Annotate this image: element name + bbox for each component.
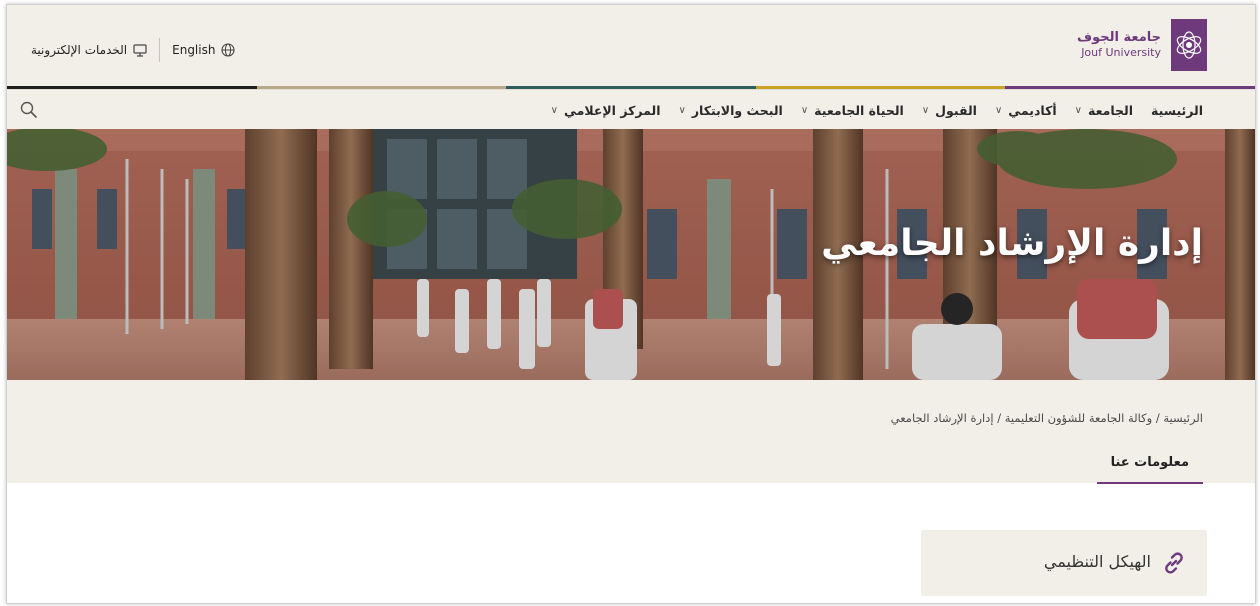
nav-item-campus-life[interactable]: الحياة الجامعية ∨ — [801, 103, 904, 118]
eservices-label: الخدمات الإلكترونية — [31, 43, 128, 57]
chevron-down-icon: ∨ — [800, 104, 809, 116]
nav-item-admission[interactable]: القبول ∨ — [922, 103, 977, 118]
brand-name-en: Jouf University — [1081, 46, 1161, 59]
page-title: إدارة الإرشاد الجامعي — [821, 223, 1203, 264]
nav-item-academic[interactable]: أكاديمي ∨ — [995, 103, 1057, 118]
globe-icon — [221, 43, 236, 57]
nav-label: المركز الإعلامي — [563, 102, 661, 118]
nav-list: الرئيسية الجامعة ∨ أكاديمي ∨ القبول ∨ الحيا… — [551, 90, 1203, 130]
hero-banner: إدارة الإرشاد الجامعي — [7, 129, 1255, 380]
utility-separator — [159, 38, 161, 62]
chevron-down-icon: ∨ — [678, 104, 686, 116]
tab-about-us[interactable]: معلومات عنا — [1096, 442, 1203, 484]
nav-label: الجامعة — [1087, 102, 1134, 118]
university-logo[interactable]: جامعة الجوف Jouf University — [1077, 19, 1207, 71]
breadcrumb[interactable]: الرئيسية / وكالة الجامعة للشؤون التعليمي… — [891, 411, 1203, 425]
chevron-down-icon: ∨ — [1074, 104, 1082, 116]
main-navigation: الرئيسية الجامعة ∨ أكاديمي ∨ القبول ∨ الحيا… — [7, 89, 1255, 130]
brand-name-ar: جامعة الجوف — [1076, 30, 1161, 45]
card-label: الهيكل التنظيمي — [1043, 552, 1151, 571]
nav-item-home[interactable]: الرئيسية — [1151, 103, 1203, 118]
eservices-link[interactable]: الخدمات الإلكترونية — [31, 43, 147, 57]
monitor-icon — [133, 43, 147, 57]
nav-label: الحياة الجامعية — [814, 102, 904, 118]
search-icon[interactable] — [19, 100, 39, 120]
nav-label: الرئيسية — [1151, 102, 1203, 118]
nav-item-research[interactable]: البحث والابتكار ∨ — [679, 103, 783, 118]
breadcrumb-section: الرئيسية / وكالة الجامعة للشؤون التعليمي… — [7, 380, 1255, 484]
logo-text: جامعة الجوف Jouf University — [1077, 30, 1161, 60]
chevron-down-icon: ∨ — [921, 104, 930, 116]
english-label: English — [172, 43, 216, 57]
nav-item-university[interactable]: الجامعة ∨ — [1075, 103, 1133, 118]
nav-label: القبول — [935, 102, 977, 118]
nav-item-media-center[interactable]: المركز الإعلامي ∨ — [551, 103, 661, 118]
chevron-down-icon: ∨ — [550, 104, 558, 116]
utility-links: الخدمات الإلكترونية English — [31, 38, 236, 62]
nav-label: البحث والابتكار — [691, 102, 783, 118]
chevron-down-icon: ∨ — [994, 104, 1003, 116]
org-structure-card[interactable]: الهيكل التنظيمي — [921, 530, 1207, 596]
page-frame: جامعة الجوف Jouf University الخدمات الإل… — [6, 4, 1256, 604]
language-switch[interactable]: English — [172, 43, 236, 57]
nav-label: أكاديمي — [1008, 102, 1057, 118]
logo-emblem — [1171, 19, 1207, 71]
top-header: جامعة الجوف Jouf University الخدمات الإل… — [7, 5, 1255, 89]
link-icon — [1165, 552, 1183, 574]
